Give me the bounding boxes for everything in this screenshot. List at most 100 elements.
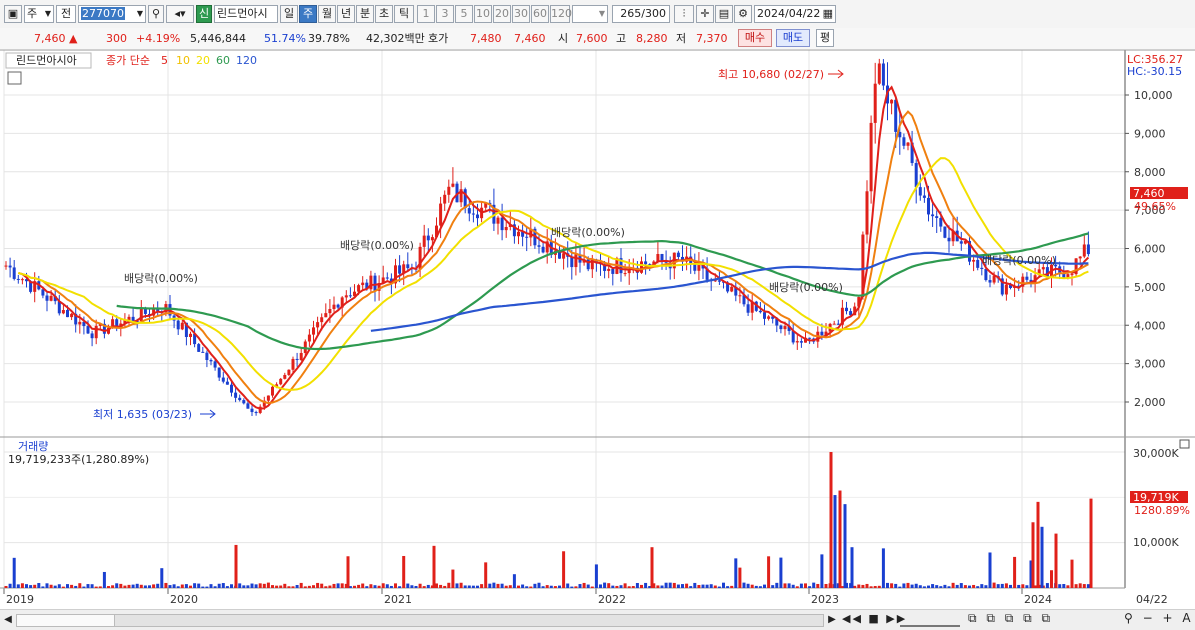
volume-bar bbox=[959, 583, 963, 588]
volume-bar bbox=[1058, 584, 1062, 588]
volume-bar bbox=[225, 586, 229, 588]
period-second[interactable]: 초 bbox=[375, 5, 393, 23]
volume-bar bbox=[914, 583, 918, 588]
volume-bar bbox=[303, 586, 307, 588]
interval-1[interactable]: 1 bbox=[417, 5, 435, 23]
prev-button[interactable]: 전 bbox=[56, 5, 76, 23]
volume-bar bbox=[29, 585, 33, 588]
candle-body bbox=[496, 217, 500, 224]
dividend-label-2023: 배당락(0.00%) bbox=[982, 254, 1056, 267]
volume-bar bbox=[221, 583, 225, 588]
low-price: 7,370 bbox=[696, 32, 728, 45]
gear-icon[interactable]: ⚙ bbox=[734, 5, 752, 23]
candle-body bbox=[70, 313, 74, 318]
volume-bar bbox=[381, 583, 385, 588]
volume-bar bbox=[1036, 501, 1040, 588]
volume-bar bbox=[566, 583, 570, 588]
sell-button[interactable]: 매도 bbox=[776, 29, 810, 47]
volume-bar bbox=[422, 586, 426, 588]
period-day[interactable]: 일 bbox=[280, 5, 298, 23]
volume-bar bbox=[939, 586, 943, 588]
volume-bar bbox=[853, 585, 857, 588]
volume-bar bbox=[1089, 498, 1093, 588]
market-select[interactable]: 주 ▼ bbox=[24, 5, 54, 23]
volume-bar bbox=[476, 585, 479, 588]
scroll-track[interactable] bbox=[16, 614, 116, 627]
volume-bar bbox=[492, 582, 496, 588]
volume-bar bbox=[750, 584, 754, 588]
chart-menu-icon[interactable]: ▣ bbox=[4, 5, 22, 23]
candle-body bbox=[922, 195, 926, 198]
candle-body bbox=[607, 268, 611, 271]
volume-bar bbox=[160, 568, 164, 588]
price-tick-label: 2,000 bbox=[1134, 396, 1166, 409]
speaker-icon[interactable]: ◂▾ bbox=[166, 5, 194, 23]
candle-body bbox=[66, 309, 69, 318]
candle-body bbox=[332, 304, 336, 310]
interval-60[interactable]: 60 bbox=[531, 5, 549, 23]
volume-bar bbox=[213, 586, 217, 588]
candle-body bbox=[939, 218, 943, 227]
candle-body bbox=[500, 217, 504, 231]
scroll-left-icon[interactable]: ◀ bbox=[2, 613, 14, 626]
candle-body bbox=[808, 337, 812, 339]
tool-icons[interactable]: ⧉ ⧉ ⧉ ⧉ ⧉ bbox=[968, 611, 1053, 626]
candle-type-icon[interactable]: ⫶ bbox=[674, 5, 694, 23]
volume-bar bbox=[172, 584, 176, 588]
volume-bar bbox=[164, 582, 168, 588]
crosshair-icon[interactable]: ✛ bbox=[696, 5, 714, 23]
date-field[interactable]: 2024/04/22 ▦ bbox=[754, 5, 836, 23]
volume-bar bbox=[1082, 584, 1086, 588]
period-week[interactable]: 주 bbox=[299, 5, 317, 23]
stock-chart[interactable]: 10,0009,0008,0007,0006,0005,0004,0003,00… bbox=[0, 49, 1195, 610]
search-icon[interactable]: ⚲ bbox=[148, 5, 164, 23]
candle-body bbox=[1078, 256, 1082, 259]
scroll-thumb[interactable] bbox=[114, 614, 824, 627]
interval-20[interactable]: 20 bbox=[493, 5, 511, 23]
volume-bar bbox=[242, 585, 246, 588]
volume-bar bbox=[66, 584, 69, 588]
candle-body bbox=[430, 237, 434, 241]
scroll-right-icon[interactable]: ▶ bbox=[826, 613, 838, 626]
count-field[interactable]: 265/300 bbox=[612, 5, 670, 23]
volume-bar bbox=[709, 584, 713, 588]
chart-area[interactable]: 10,000 9,000 8,000 7,000 6,000 5,000 4,000 3,00… bbox=[0, 49, 1195, 610]
save-icon[interactable]: ▤ bbox=[715, 5, 733, 23]
table-icon[interactable] bbox=[7, 71, 22, 85]
period-minute[interactable]: 분 bbox=[356, 5, 374, 23]
volume-bar bbox=[279, 585, 283, 588]
volume-bar bbox=[738, 567, 742, 588]
stock-code-input[interactable]: 277070 ▼ bbox=[78, 5, 146, 23]
period-month[interactable]: 월 bbox=[318, 5, 336, 23]
interval-120[interactable]: 120 bbox=[550, 5, 572, 23]
interval-10[interactable]: 10 bbox=[474, 5, 492, 23]
volume-bar bbox=[521, 584, 525, 588]
candle-body bbox=[328, 309, 332, 314]
candle-body bbox=[471, 213, 475, 215]
volume-bar bbox=[980, 584, 984, 588]
volume-bar bbox=[295, 584, 299, 588]
candle-body bbox=[45, 295, 49, 301]
buy-button[interactable]: 매수 bbox=[738, 29, 772, 47]
volume-bar bbox=[894, 583, 898, 588]
candle-body bbox=[980, 267, 984, 269]
interval-5[interactable]: 5 bbox=[455, 5, 473, 23]
candle-body bbox=[94, 325, 98, 339]
playback-icons[interactable]: ◀◀ ■ ▶▶ bbox=[842, 612, 907, 625]
interval-custom-select[interactable]: ▼ bbox=[572, 5, 608, 23]
volume-bar bbox=[599, 584, 602, 588]
interval-30[interactable]: 30 bbox=[512, 5, 530, 23]
zoom-icons[interactable]: ⚲ − + A bbox=[1124, 611, 1194, 625]
current-price: 7,460 ▲ bbox=[34, 32, 78, 45]
avg-button[interactable]: 평 bbox=[816, 29, 834, 47]
candle-body bbox=[931, 214, 935, 217]
close-icon[interactable] bbox=[1179, 439, 1190, 449]
period-year[interactable]: 년 bbox=[337, 5, 355, 23]
interval-3[interactable]: 3 bbox=[436, 5, 454, 23]
trade-volume: 5,446,844 bbox=[190, 32, 246, 45]
volume-bar bbox=[324, 586, 328, 588]
volume-bar bbox=[947, 586, 951, 588]
zoom-slider[interactable] bbox=[900, 614, 960, 627]
period-tick[interactable]: 틱 bbox=[394, 5, 414, 23]
volume-value: 19,719,233주(1,280.89%) bbox=[8, 453, 149, 466]
